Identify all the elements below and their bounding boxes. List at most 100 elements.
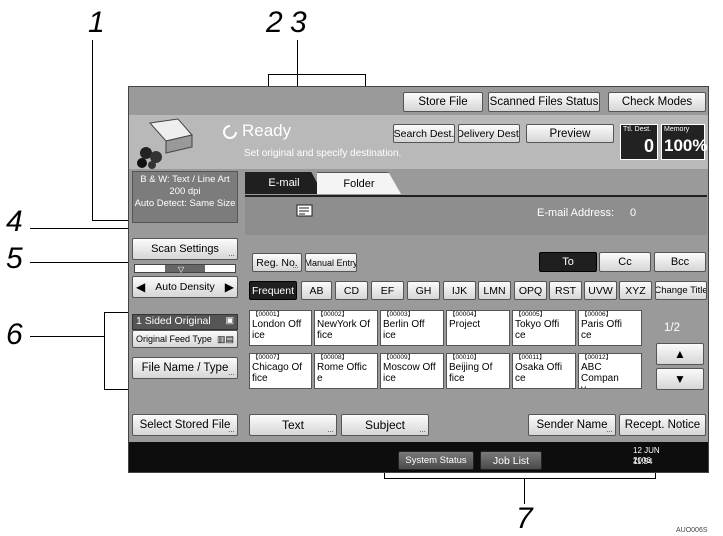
index-tab-opq[interactable]: OPQ: [514, 281, 547, 300]
email-address-label: E-mail Address:: [537, 207, 615, 219]
select-stored-file-label: Select Stored File: [139, 419, 231, 431]
to-button[interactable]: To: [539, 252, 597, 272]
sender-name-button[interactable]: Sender Name …: [528, 414, 616, 436]
figure-code: AUO006S: [676, 527, 708, 534]
file-name-type-label: File Name / Type: [141, 362, 229, 374]
index-tab-rst[interactable]: RST: [549, 281, 582, 300]
index-tab-lmn[interactable]: LMN: [478, 281, 511, 300]
store-file-button[interactable]: Store File: [403, 92, 483, 112]
scan-mode: B & W: Text / Line Art: [140, 174, 230, 185]
more-icon: …: [327, 427, 334, 434]
index-tab-ef[interactable]: EF: [371, 281, 404, 300]
index-tab-ab[interactable]: AB: [301, 281, 332, 300]
callout-3: 3: [290, 6, 307, 39]
page-up-icon[interactable]: ▲: [656, 343, 704, 365]
address-area: [245, 195, 707, 235]
file-name-type-button[interactable]: File Name / Type …: [132, 357, 238, 379]
density-marker-icon: ▽: [178, 265, 185, 274]
callout-2: 2: [266, 6, 283, 39]
original-feed-type-button[interactable]: Original Feed Type ▥▤: [132, 330, 238, 348]
density-decrease-icon[interactable]: ◀: [136, 280, 145, 294]
original-feed-label: Original Feed Type: [136, 334, 212, 344]
page-down-icon[interactable]: ▼: [656, 368, 704, 390]
destination-button[interactable]: 【00005】 Tokyo Offi ce: [512, 310, 576, 346]
more-icon: …: [292, 263, 299, 270]
ttl-dest-label: Ttl. Dest.: [623, 126, 652, 133]
scan-size: Auto Detect: Same Size: [134, 198, 236, 209]
recept-notice-button[interactable]: Recept. Notice: [619, 414, 706, 436]
destination-button[interactable]: 【00001】 London Off ice: [249, 310, 312, 346]
destination-button[interactable]: 【00011】 Osaka Offi ce: [512, 353, 576, 389]
destination-button[interactable]: 【00003】 Berlin Off ice: [380, 310, 444, 346]
time-display: 11:54: [633, 457, 653, 466]
preview-button[interactable]: Preview: [526, 124, 614, 143]
check-modes-button[interactable]: Check Modes: [608, 92, 706, 112]
density-control[interactable]: ◀ Auto Density ▶: [132, 276, 238, 298]
more-icon: …: [228, 370, 235, 377]
system-status-button[interactable]: System Status: [398, 451, 474, 470]
density-indicator: [134, 264, 236, 273]
more-icon: …: [228, 427, 235, 434]
index-tab-cd[interactable]: CD: [335, 281, 368, 300]
leader-2-h: [268, 74, 365, 75]
subject-button[interactable]: Subject …: [341, 414, 429, 436]
index-tab-ijk[interactable]: IJK: [443, 281, 476, 300]
sender-name-label: Sender Name: [536, 419, 608, 431]
callout-7: 7: [516, 502, 533, 535]
ready-status-icon: [223, 125, 237, 139]
original-sided-label: 1 Sided Original: [136, 315, 211, 327]
leader-1: [92, 40, 93, 220]
scan-resolution: 200 dpi: [169, 186, 201, 197]
destination-button[interactable]: 【00006】 Paris Offi ce: [578, 310, 642, 346]
status-title: Ready: [242, 121, 292, 140]
original-sided-button[interactable]: 1 Sided Original ▣: [132, 314, 238, 330]
job-list-button[interactable]: Job List: [480, 451, 542, 470]
status-message: Set original and specify destination.: [244, 148, 402, 159]
scan-settings-label: Scan Settings: [151, 243, 219, 255]
callout-5: 5: [6, 242, 23, 275]
memory-label: Memory: [664, 126, 690, 133]
scanned-files-status-button[interactable]: Scanned Files Status: [488, 92, 600, 112]
leader-7-h: [384, 478, 656, 479]
ttl-dest-value: 0: [643, 136, 654, 156]
feed-type-icon: ▥▤: [216, 333, 234, 344]
change-title-button[interactable]: Change Title: [655, 281, 707, 300]
destination-button[interactable]: 【00010】 Beijing Of fice: [446, 353, 510, 389]
select-stored-file-button[interactable]: Select Stored File …: [132, 414, 238, 436]
more-icon: …: [228, 251, 235, 258]
callout-1: 1: [88, 6, 105, 39]
text-button[interactable]: Text …: [249, 414, 337, 436]
destination-button[interactable]: 【00009】 Moscow Off ice: [380, 353, 444, 389]
cc-button[interactable]: Cc: [599, 252, 651, 272]
delivery-dest-button[interactable]: Delivery Dest.: [458, 124, 520, 143]
leader-6: [30, 336, 104, 337]
scan-settings-info: B & W: Text / Line Art 200 dpi Auto Dete…: [132, 171, 238, 223]
destination-button[interactable]: 【00012】ABC Company: [578, 353, 642, 389]
destination-button[interactable]: 【00002】 NewYork Of fice: [314, 310, 378, 346]
subject-label: Subject: [364, 418, 406, 432]
manual-entry-icon: [296, 204, 313, 217]
destination-button[interactable]: 【00008】 Rome Offic e: [314, 353, 378, 389]
bcc-button[interactable]: Bcc: [654, 252, 706, 272]
destination-button[interactable]: 【00004】 Project: [446, 310, 510, 346]
density-increase-icon[interactable]: ▶: [225, 280, 234, 294]
tab-folder[interactable]: Folder: [317, 172, 401, 194]
memory-value: 100%: [664, 136, 708, 155]
index-tab-uvw[interactable]: UVW: [584, 281, 617, 300]
index-tab-gh[interactable]: GH: [407, 281, 440, 300]
reg-no-button[interactable]: Reg. No. …: [252, 253, 302, 272]
page-indicator: 1/2: [664, 322, 680, 334]
manual-entry-button[interactable]: Manual Entry: [305, 253, 357, 272]
search-dest-button[interactable]: Search Dest.: [393, 124, 455, 143]
index-tab-xyz[interactable]: XYZ: [619, 281, 652, 300]
callout-6: 6: [6, 318, 23, 351]
index-tab-frequent[interactable]: Frequent: [249, 281, 297, 300]
leader-6-v: [104, 312, 105, 389]
total-destinations-counter: Ttl. Dest. 0: [620, 124, 658, 160]
one-sided-icon: ▣: [225, 315, 234, 325]
memory-indicator: Memory 100%: [661, 124, 708, 160]
destination-button[interactable]: 【00007】 Chicago Of fice: [249, 353, 312, 389]
tab-email[interactable]: E-mail: [245, 172, 323, 194]
text-label: Text: [281, 418, 304, 432]
scan-settings-button[interactable]: Scan Settings …: [132, 238, 238, 260]
